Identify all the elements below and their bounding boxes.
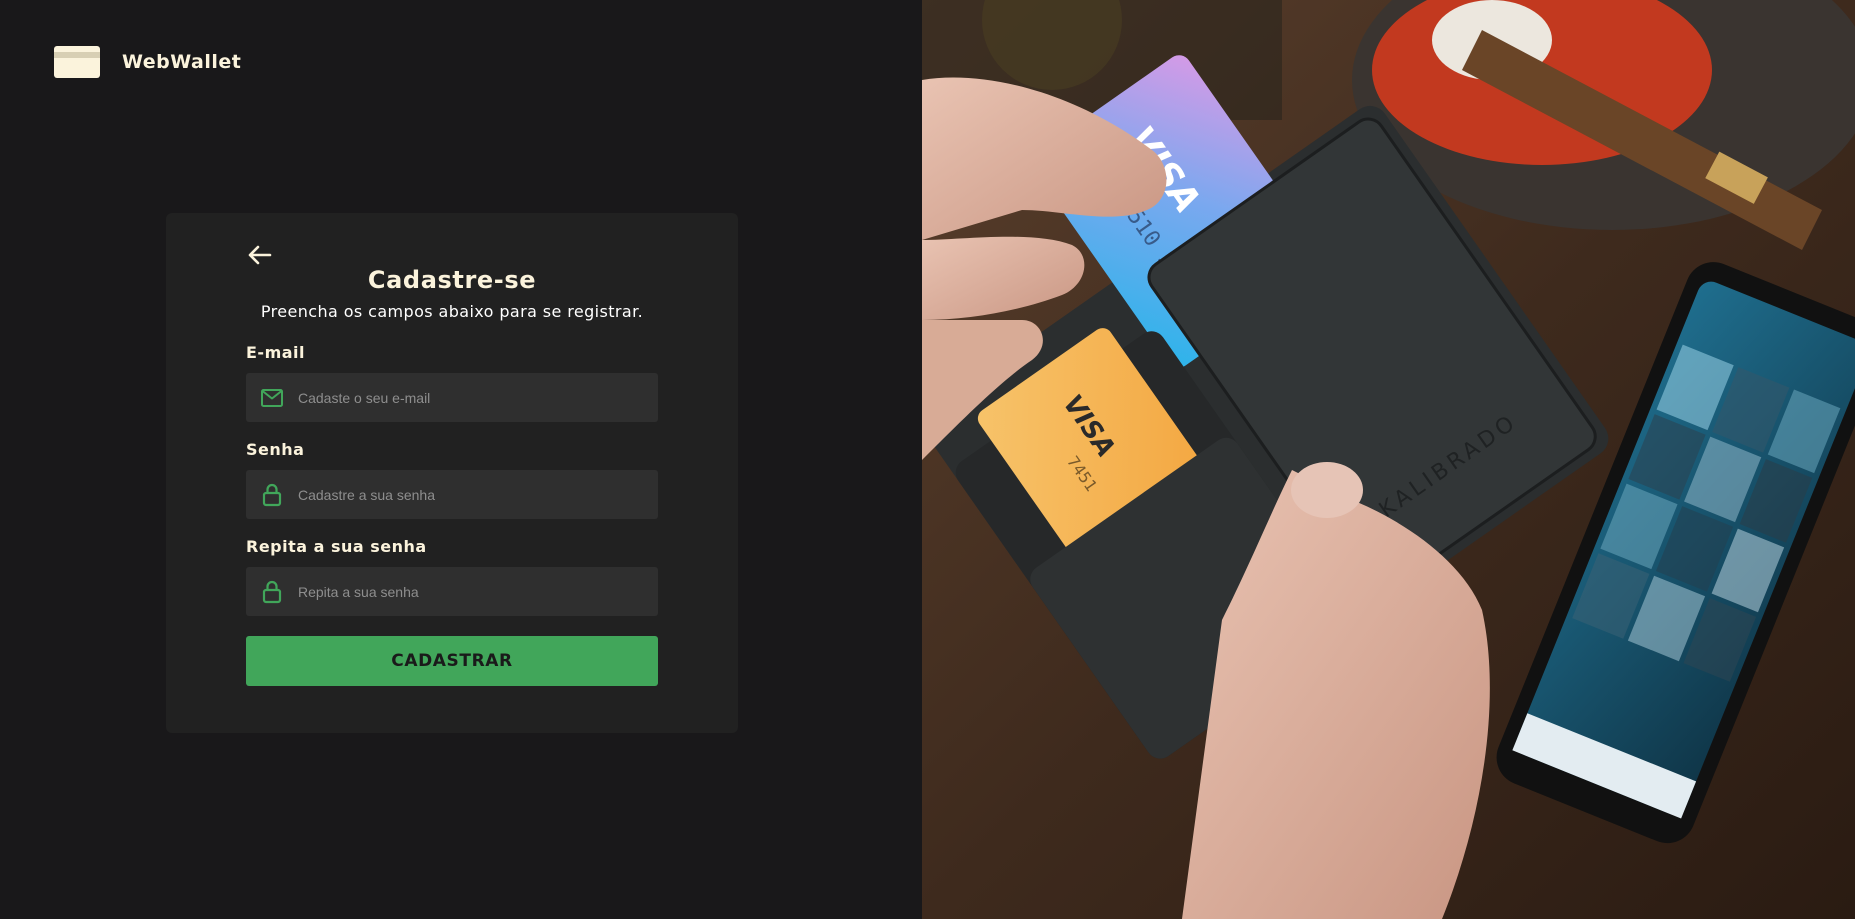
password-input[interactable] bbox=[298, 470, 658, 519]
signup-page: WebWallet Cadastre-se Preencha os campos… bbox=[0, 0, 1855, 919]
form-title: Cadastre-se bbox=[367, 266, 537, 294]
brand[interactable]: WebWallet bbox=[54, 46, 241, 78]
email-input[interactable] bbox=[298, 373, 658, 422]
email-field[interactable] bbox=[246, 373, 658, 422]
lock-icon bbox=[260, 580, 284, 604]
brand-name: WebWallet bbox=[122, 51, 242, 73]
submit-button[interactable]: CADASTRAR bbox=[246, 636, 658, 686]
lock-icon bbox=[260, 483, 284, 507]
signup-card: Cadastre-se Preencha os campos abaixo pa… bbox=[166, 213, 738, 733]
form-subtitle: Preencha os campos abaixo para se regist… bbox=[260, 302, 644, 321]
password-field[interactable] bbox=[246, 470, 658, 519]
left-pane: WebWallet Cadastre-se Preencha os campos… bbox=[0, 0, 922, 919]
hero-image: VISA 4510 535 KALIBRADO VISA 7451 bbox=[922, 0, 1855, 919]
repeat-password-field[interactable] bbox=[246, 567, 658, 616]
back-button[interactable] bbox=[246, 243, 272, 267]
wallet-photo: VISA 4510 535 KALIBRADO VISA 7451 bbox=[922, 0, 1855, 919]
repeat-password-label: Repita a sua senha bbox=[246, 537, 427, 556]
password-label: Senha bbox=[246, 440, 305, 459]
envelope-icon bbox=[260, 386, 284, 410]
repeat-password-input[interactable] bbox=[298, 567, 658, 616]
email-label: E-mail bbox=[246, 343, 306, 362]
credit-card-icon bbox=[54, 46, 100, 78]
arrow-left-icon bbox=[248, 245, 272, 265]
